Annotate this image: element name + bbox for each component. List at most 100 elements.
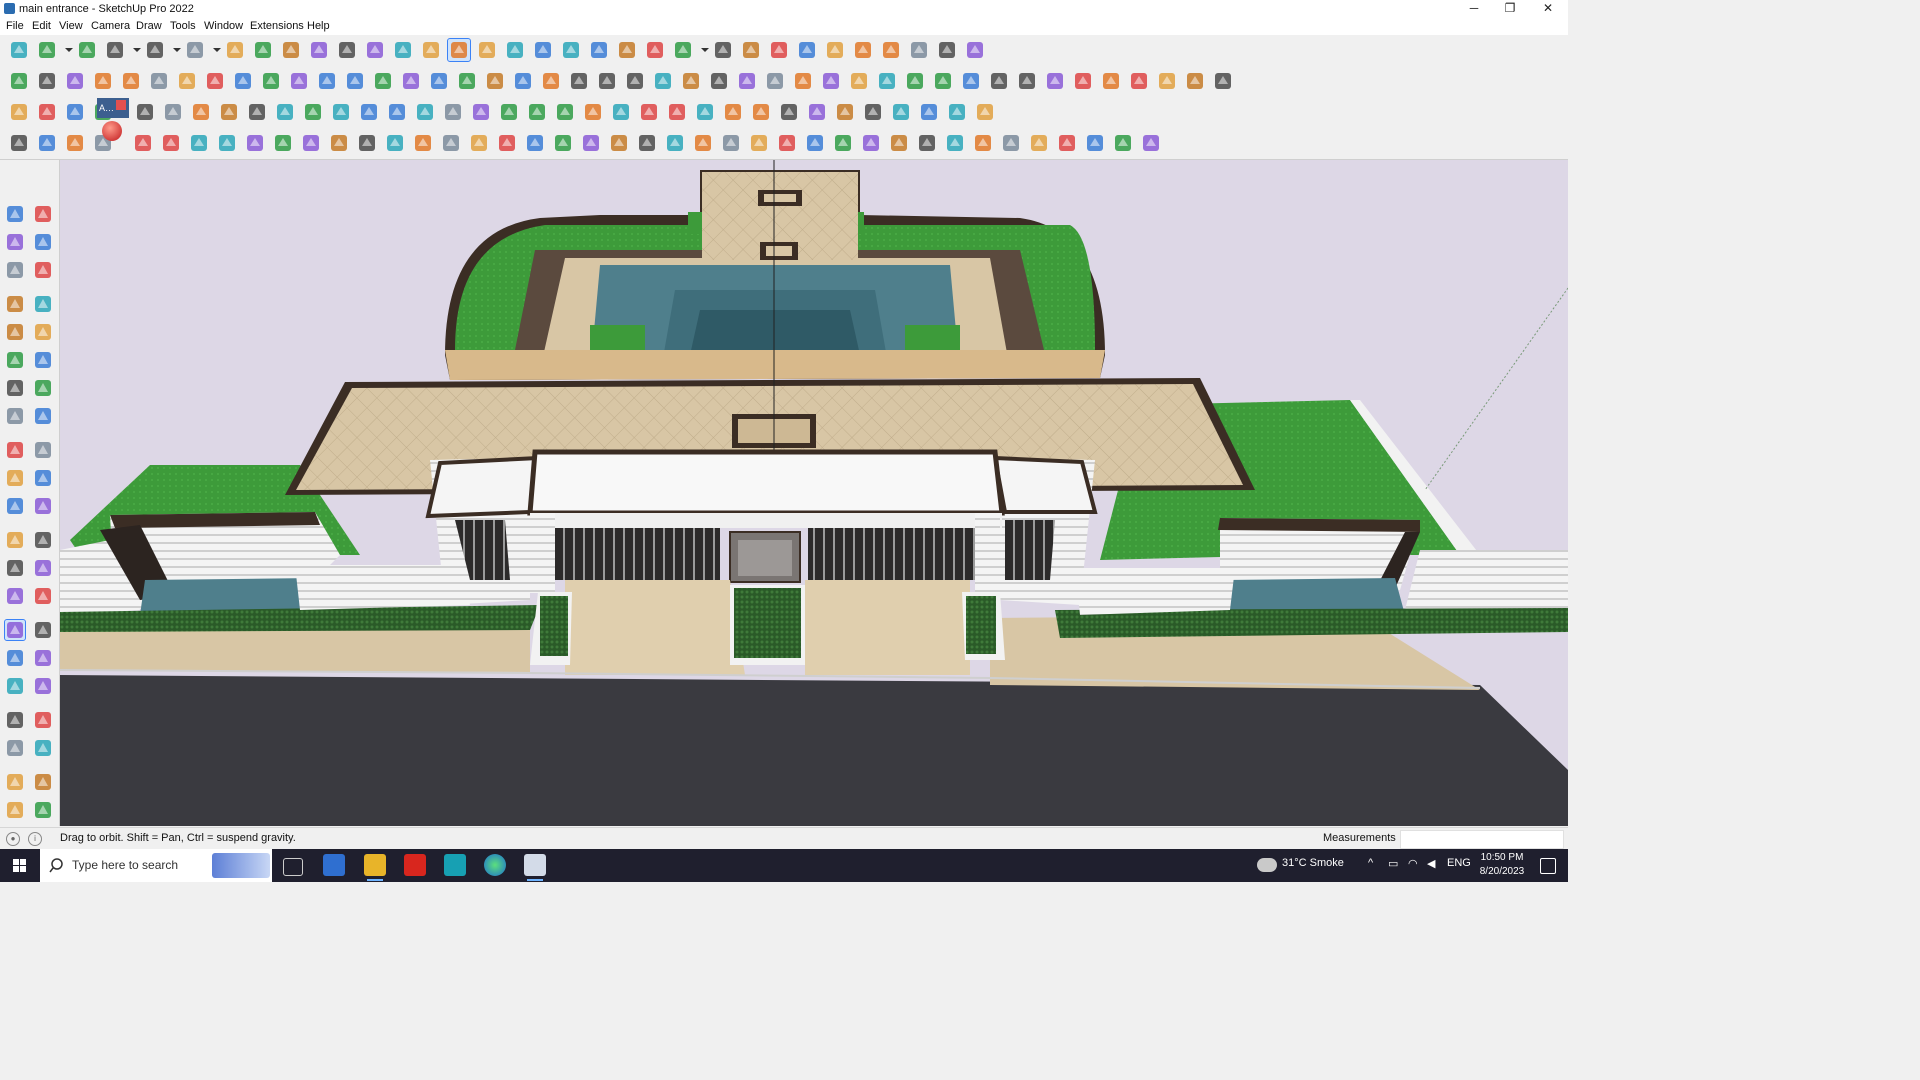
text-icon[interactable]	[392, 39, 414, 61]
railing-icon[interactable]	[496, 132, 518, 154]
close-icon[interactable]	[116, 100, 126, 110]
railing-icon[interactable]	[1084, 132, 1106, 154]
chevron-down-icon[interactable]	[64, 39, 74, 61]
freehand-icon[interactable]	[33, 294, 53, 314]
menu-view[interactable]: View	[59, 20, 83, 32]
section-display-icon[interactable]	[740, 39, 762, 61]
chevron-down-icon[interactable]	[212, 39, 222, 61]
railing-icon[interactable]	[552, 132, 574, 154]
menu-window[interactable]: Window	[204, 20, 243, 32]
pan-icon[interactable]	[476, 39, 498, 61]
tape-measure-icon[interactable]	[364, 39, 386, 61]
pie-icon[interactable]	[33, 406, 53, 426]
recycle-icon[interactable]	[526, 101, 548, 123]
grid-icon[interactable]	[890, 101, 912, 123]
function-icon[interactable]	[624, 70, 646, 92]
zoom-icon[interactable]	[8, 39, 30, 61]
protractor-icon[interactable]	[5, 558, 25, 578]
iso-view-icon[interactable]	[560, 39, 582, 61]
arrow-icon[interactable]	[988, 70, 1010, 92]
extrude-icon[interactable]	[92, 70, 114, 92]
arc-icon[interactable]	[5, 378, 25, 398]
modeling-viewport[interactable]	[60, 160, 1568, 826]
position-camera-icon[interactable]	[5, 710, 25, 730]
extension-icon[interactable]	[964, 39, 986, 61]
mesh-icon[interactable]	[1072, 70, 1094, 92]
tag-icon[interactable]	[33, 260, 53, 280]
flag-icon[interactable]	[218, 101, 240, 123]
menu-file[interactable]: File	[6, 20, 24, 32]
railing-icon[interactable]	[832, 132, 854, 154]
section-plane-icon[interactable]	[712, 39, 734, 61]
measurements-input[interactable]	[1400, 830, 1564, 849]
rail-icon[interactable]	[274, 101, 296, 123]
taskbar-search-box[interactable]: Type here to search	[40, 849, 272, 882]
cycle-icon[interactable]	[554, 101, 576, 123]
move-icon[interactable]	[280, 39, 302, 61]
offset-icon[interactable]	[33, 496, 53, 516]
right-view-icon[interactable]	[644, 39, 666, 61]
x-icon[interactable]	[918, 101, 940, 123]
terrain-icon[interactable]	[1100, 70, 1122, 92]
previous-view-icon[interactable]	[33, 676, 53, 696]
rotate-icon[interactable]	[308, 39, 330, 61]
push-icon[interactable]	[120, 70, 142, 92]
roof-icon[interactable]	[568, 70, 590, 92]
zoom-icon[interactable]	[5, 648, 25, 668]
chevron-up-icon[interactable]: ^	[1368, 857, 1373, 869]
sketchup-taskbar-icon[interactable]	[524, 854, 546, 881]
cross-icon[interactable]	[330, 101, 352, 123]
line-icon[interactable]	[5, 294, 25, 314]
chevron-down-icon[interactable]	[132, 39, 142, 61]
web-icon[interactable]	[216, 132, 238, 154]
push-icon[interactable]	[288, 70, 310, 92]
railing-icon[interactable]	[804, 132, 826, 154]
box-icon[interactable]	[8, 70, 30, 92]
start-button[interactable]	[0, 849, 40, 882]
push-icon[interactable]	[232, 70, 254, 92]
railing-icon[interactable]	[1000, 132, 1022, 154]
plane-icon[interactable]	[344, 70, 366, 92]
railing-icon[interactable]	[636, 132, 658, 154]
house-icon[interactable]	[484, 70, 506, 92]
bucket-icon[interactable]	[610, 101, 632, 123]
info-icon[interactable]: i	[28, 832, 42, 846]
wifi-icon[interactable]: ◠	[1408, 857, 1418, 870]
railing-icon[interactable]	[1112, 132, 1134, 154]
push-icon[interactable]	[176, 70, 198, 92]
grid-icon[interactable]	[862, 101, 884, 123]
face-icon[interactable]	[428, 70, 450, 92]
chevron-down-icon[interactable]	[172, 39, 182, 61]
push-pull-icon[interactable]	[33, 440, 53, 460]
move-down-icon[interactable]	[824, 39, 846, 61]
hexagon-icon[interactable]	[764, 70, 786, 92]
device-icon[interactable]: ▭	[1388, 857, 1398, 870]
minimize-button[interactable]: ─	[1456, 0, 1492, 18]
menu-draw[interactable]: Draw	[136, 20, 162, 32]
paint-bucket-icon[interactable]	[5, 232, 25, 252]
push-icon[interactable]	[204, 70, 226, 92]
railing-icon[interactable]	[776, 132, 798, 154]
stairs-icon[interactable]	[244, 132, 266, 154]
grid-icon[interactable]	[974, 101, 996, 123]
menu-tools[interactable]: Tools	[170, 20, 196, 32]
line-icon[interactable]	[104, 39, 126, 61]
select-icon[interactable]	[36, 39, 58, 61]
pencil-icon[interactable]	[680, 70, 702, 92]
railing-icon[interactable]	[1140, 132, 1162, 154]
door-icon[interactable]	[512, 70, 534, 92]
parallelogram-icon[interactable]	[820, 70, 842, 92]
dots-icon[interactable]	[946, 101, 968, 123]
move-icon[interactable]	[5, 440, 25, 460]
volume-icon[interactable]: ◀	[1427, 857, 1435, 870]
styles-icon[interactable]	[33, 800, 53, 820]
polygon-icon[interactable]	[33, 350, 53, 370]
orbit-icon[interactable]	[447, 38, 471, 62]
compass-icon[interactable]	[582, 101, 604, 123]
layers-icon[interactable]	[5, 800, 25, 820]
dimension-icon[interactable]	[33, 530, 53, 550]
turn-icon[interactable]	[638, 101, 660, 123]
follow-me-icon[interactable]	[33, 468, 53, 488]
tools-icon[interactable]	[386, 101, 408, 123]
railing-icon[interactable]	[944, 132, 966, 154]
